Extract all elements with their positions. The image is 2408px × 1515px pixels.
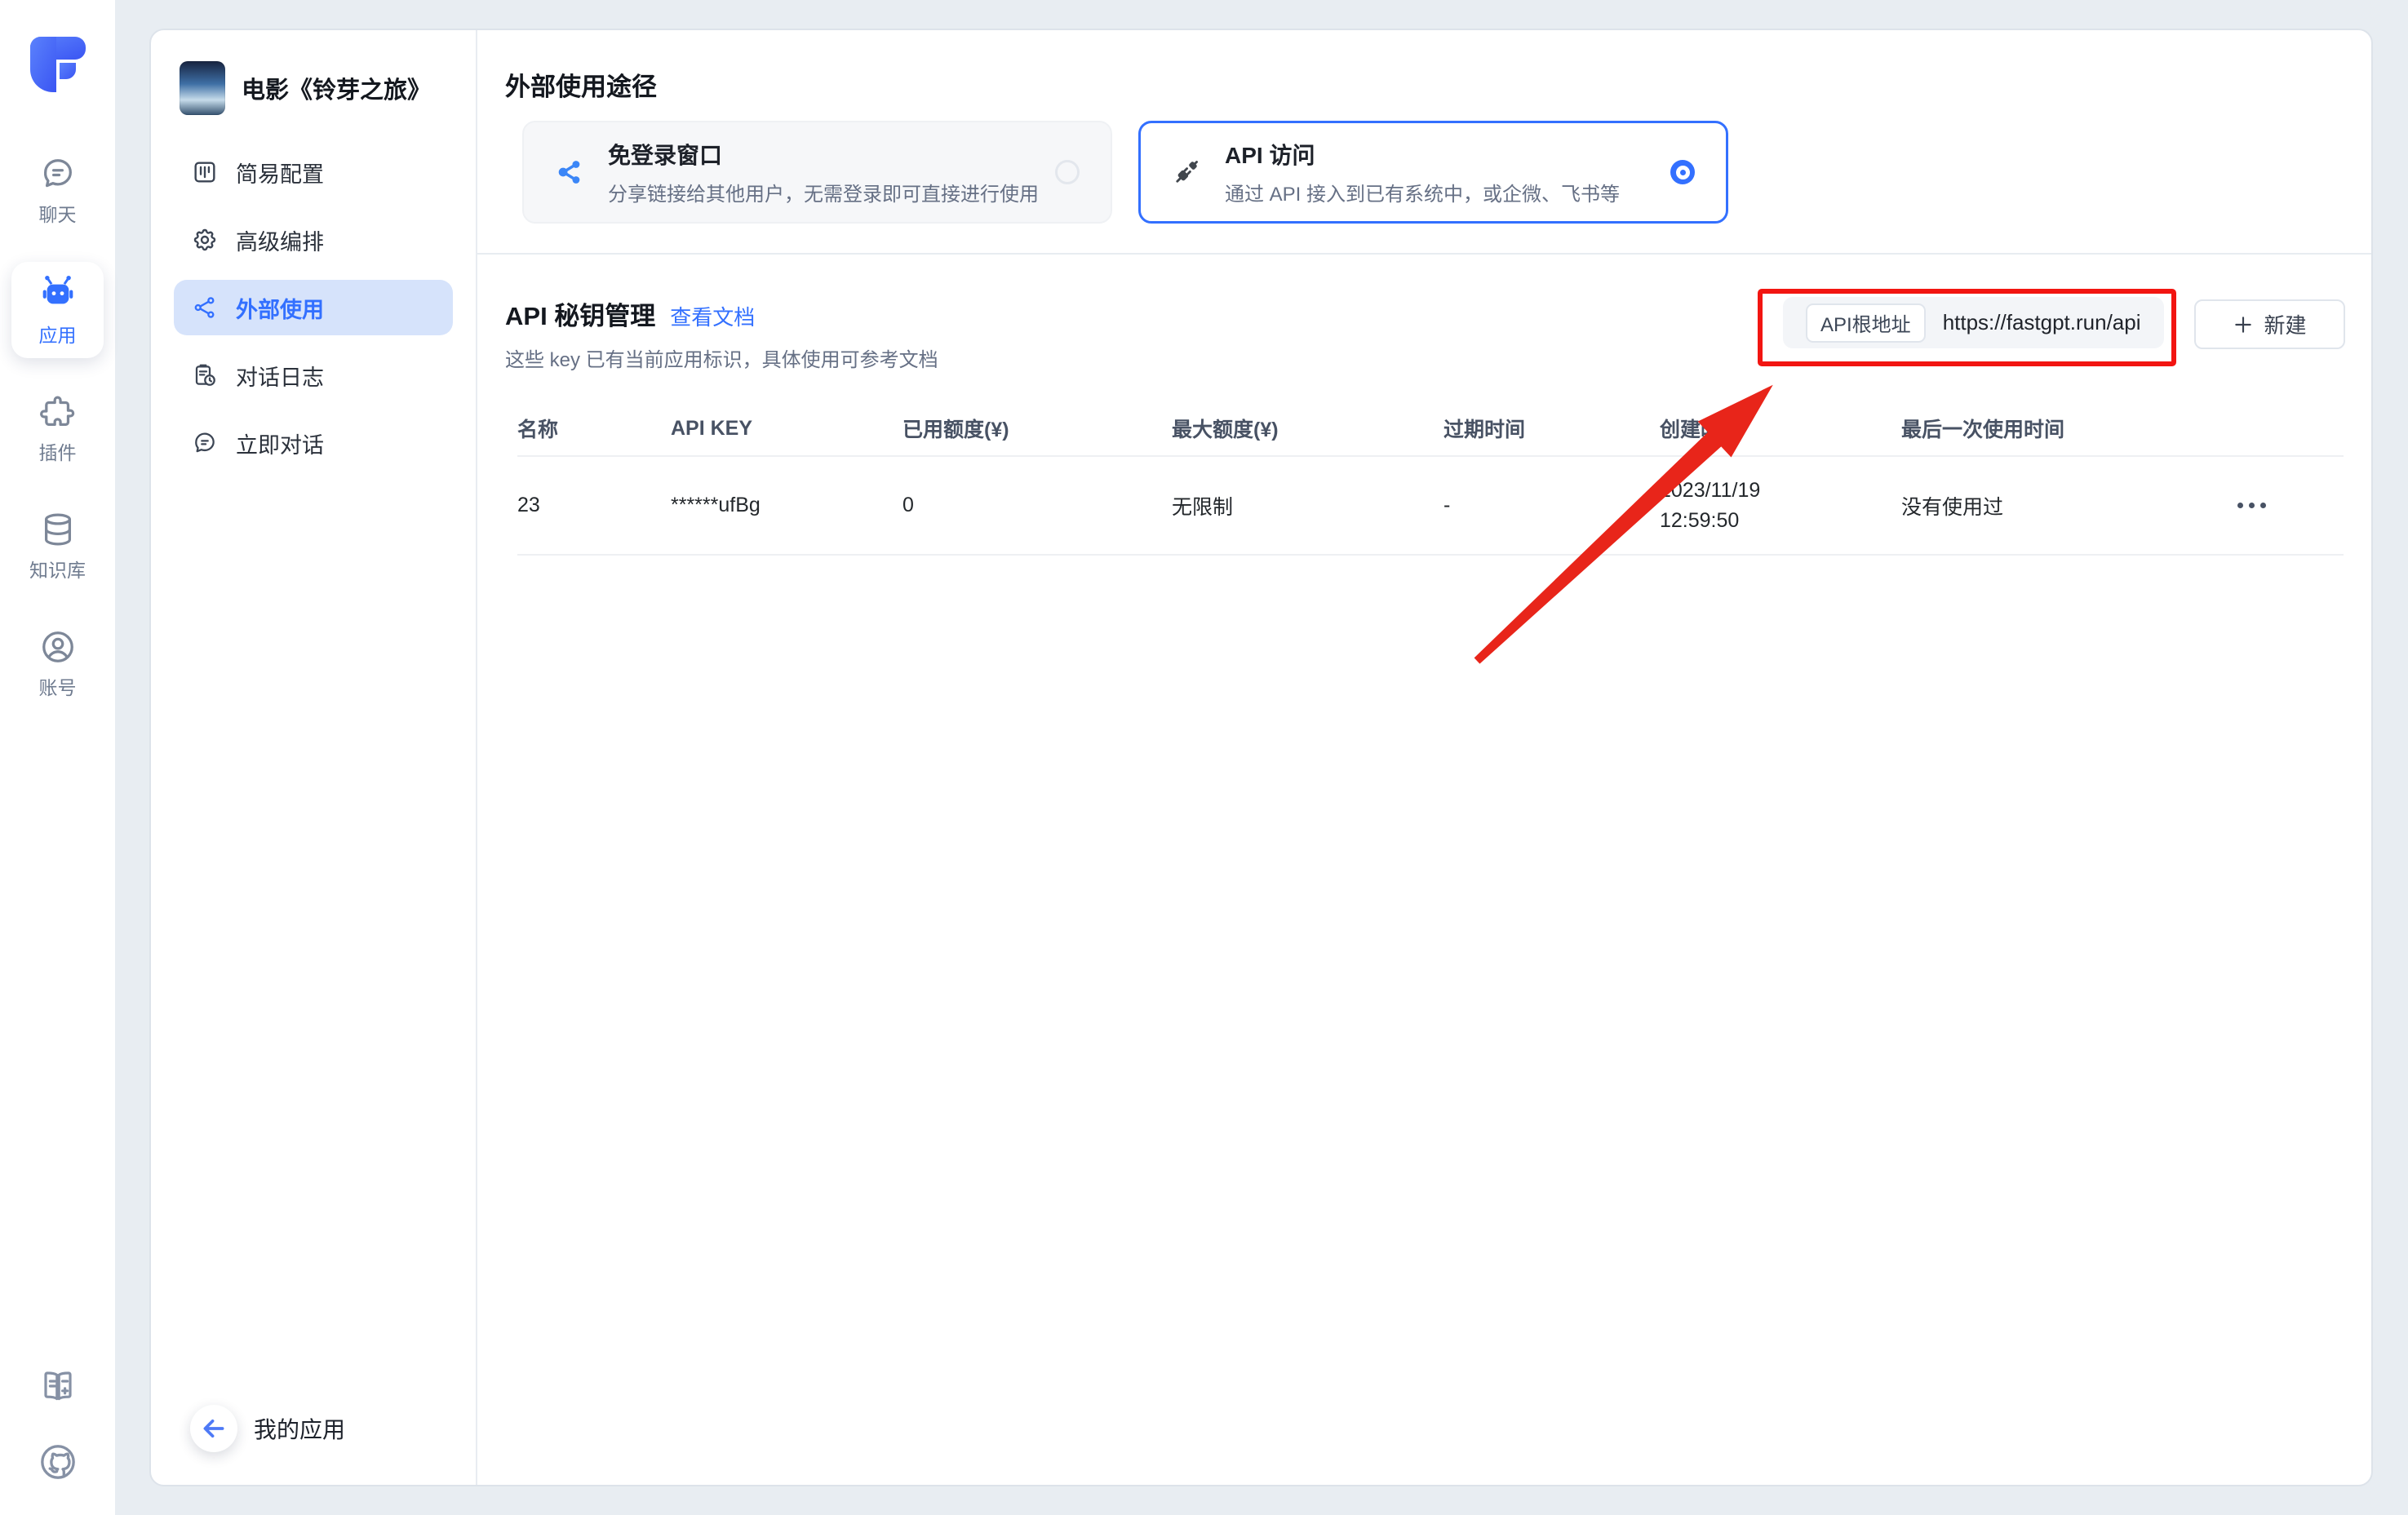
menu-item-label: 立即对话: [236, 427, 324, 459]
col-header-created: 创建时间: [1660, 414, 1901, 443]
api-section-title: API 秘钥管理: [505, 295, 655, 332]
rail-item-account[interactable]: 账号: [11, 618, 104, 711]
col-header-lastused: 最后一次使用时间: [1901, 414, 2344, 443]
rail-item-apps[interactable]: 应用: [11, 262, 104, 358]
col-header-used: 已用额度(¥): [902, 414, 1172, 443]
cell-last-used-wrap: 没有使用过: [1901, 491, 2344, 521]
col-header-apikey: API KEY: [671, 417, 902, 441]
cell-expire: -: [1443, 494, 1660, 517]
main-panel: 电影《铃芽之旅》 简易配置 高级编排: [149, 29, 2373, 1486]
menu-item-label: 高级编排: [236, 224, 324, 256]
rail-item-label: 账号: [39, 672, 77, 700]
card-text: 免登录窗口 分享链接给其他用户，无需登录即可直接进行使用: [608, 138, 1039, 206]
fastgpt-logo[interactable]: [29, 35, 87, 94]
cell-used: 0: [902, 494, 1172, 517]
table-row: 23 ******ufBg 0 无限制 - 2023/11/19 12:59:5…: [517, 457, 2344, 556]
sidebar-footer: 我的应用: [151, 1405, 476, 1485]
chat-bubble-icon: [192, 430, 218, 456]
puzzle-icon: [39, 393, 77, 431]
usage-cards: 免登录窗口 分享链接给其他用户，无需登录即可直接进行使用: [522, 121, 2339, 224]
gear-icon: [192, 227, 218, 253]
cell-max: 无限制: [1172, 491, 1443, 521]
card-api-access[interactable]: API 访问 通过 API 接入到已有系统中，或企微、飞书等: [1138, 121, 1728, 224]
card-no-login-window[interactable]: 免登录窗口 分享链接给其他用户，无需登录即可直接进行使用: [522, 121, 1112, 224]
robot-icon: [38, 272, 78, 313]
card-text: API 访问 通过 API 接入到已有系统中，或企微、飞书等: [1225, 138, 1620, 206]
cell-name: 23: [517, 494, 671, 517]
card-desc: 通过 API 接入到已有系统中，或企微、飞书等: [1225, 178, 1620, 206]
arrow-left-icon: [200, 1415, 228, 1442]
col-header-name: 名称: [517, 414, 671, 443]
new-key-button[interactable]: 新建: [2194, 299, 2345, 349]
rail-item-label: 聊天: [39, 199, 77, 227]
app-sidebar: 电影《铃芽之旅》 简易配置 高级编排: [151, 30, 477, 1485]
api-key-table: 名称 API KEY 已用额度(¥) 最大额度(¥) 过期时间 创建时间 最后一…: [517, 401, 2344, 556]
user-icon: [39, 628, 77, 666]
radio-unselected[interactable]: [1055, 160, 1080, 184]
menu-item-label: 简易配置: [236, 157, 324, 188]
api-key-section: API 秘钥管理 查看文档 这些 key 已有当前应用标识，具体使用可参考文档 …: [477, 255, 2371, 556]
new-key-label: 新建: [2264, 309, 2306, 339]
plus-icon: [2233, 314, 2254, 335]
rail-item-label: 应用: [39, 320, 77, 348]
rail-item-knowledge[interactable]: 知识库: [11, 500, 104, 593]
rail-item-label: 插件: [39, 437, 77, 465]
cell-last-used: 没有使用过: [1901, 491, 2003, 521]
rail-item-plugins[interactable]: 插件: [11, 383, 104, 476]
my-apps-label[interactable]: 我的应用: [254, 1412, 345, 1445]
card-title: API 访问: [1225, 138, 1620, 171]
usage-title: 外部使用途径: [505, 66, 2339, 103]
menu-item-external-use[interactable]: 外部使用: [174, 280, 453, 335]
rail-item-chat[interactable]: 聊天: [11, 144, 104, 237]
app-avatar: [180, 61, 225, 115]
cell-created: 2023/11/19 12:59:50: [1660, 476, 1794, 536]
app-rail: 聊天 应用: [0, 0, 115, 1515]
rail-bottom: [38, 1367, 78, 1482]
menu-item-label: 外部使用: [236, 292, 324, 324]
api-base-url-box: API根地址 https://fastgpt.run/api: [1783, 297, 2164, 348]
menu-item-simple-config[interactable]: 简易配置: [174, 144, 453, 200]
rail-item-label: 知识库: [29, 555, 86, 583]
share-icon: [192, 295, 218, 321]
api-base-url-tag: API根地址: [1806, 303, 1926, 343]
chat-icon: [39, 155, 77, 193]
usage-section: 外部使用途径 免登录窗口 分享链接给其他用户，无需登录即可直接进行使用: [477, 30, 2371, 255]
share-nodes-icon: [554, 157, 585, 188]
row-menu-button[interactable]: [2229, 494, 2274, 516]
app-name: 电影《铃芽之旅》: [242, 71, 431, 105]
clipboard-clock-icon: [192, 362, 218, 388]
api-base-url-value[interactable]: https://fastgpt.run/api: [1943, 310, 2141, 335]
view-docs-link[interactable]: 查看文档: [670, 301, 755, 331]
app-menu: 简易配置 高级编排 外部使用: [151, 144, 476, 471]
table-header-row: 名称 API KEY 已用额度(¥) 最大额度(¥) 过期时间 创建时间 最后一…: [517, 401, 2344, 457]
menu-item-advanced-flow[interactable]: 高级编排: [174, 212, 453, 268]
github-icon[interactable]: [38, 1442, 78, 1482]
menu-item-start-chat[interactable]: 立即对话: [174, 415, 453, 471]
database-icon: [39, 511, 77, 548]
card-desc: 分享链接给其他用户，无需登录即可直接进行使用: [608, 178, 1039, 206]
menu-item-label: 对话日志: [236, 360, 324, 392]
page: { "rail": { "items": [ {"label": "聊天"}, …: [0, 0, 2408, 1515]
content: 外部使用途径 免登录窗口 分享链接给其他用户，无需登录即可直接进行使用: [477, 30, 2371, 1485]
col-header-expire: 过期时间: [1443, 414, 1660, 443]
card-title: 免登录窗口: [608, 138, 1039, 171]
cell-apikey: ******ufBg: [671, 494, 902, 517]
menu-item-chat-logs[interactable]: 对话日志: [174, 348, 453, 403]
col-header-max: 最大额度(¥): [1172, 414, 1443, 443]
api-plug-icon: [1171, 157, 1202, 188]
rail-nav: 聊天 应用: [0, 144, 115, 711]
app-header: 电影《铃芽之旅》: [151, 30, 476, 115]
columns-icon: [192, 159, 218, 185]
back-button[interactable]: [190, 1405, 237, 1452]
docs-icon[interactable]: [38, 1367, 78, 1406]
radio-selected[interactable]: [1670, 160, 1695, 184]
